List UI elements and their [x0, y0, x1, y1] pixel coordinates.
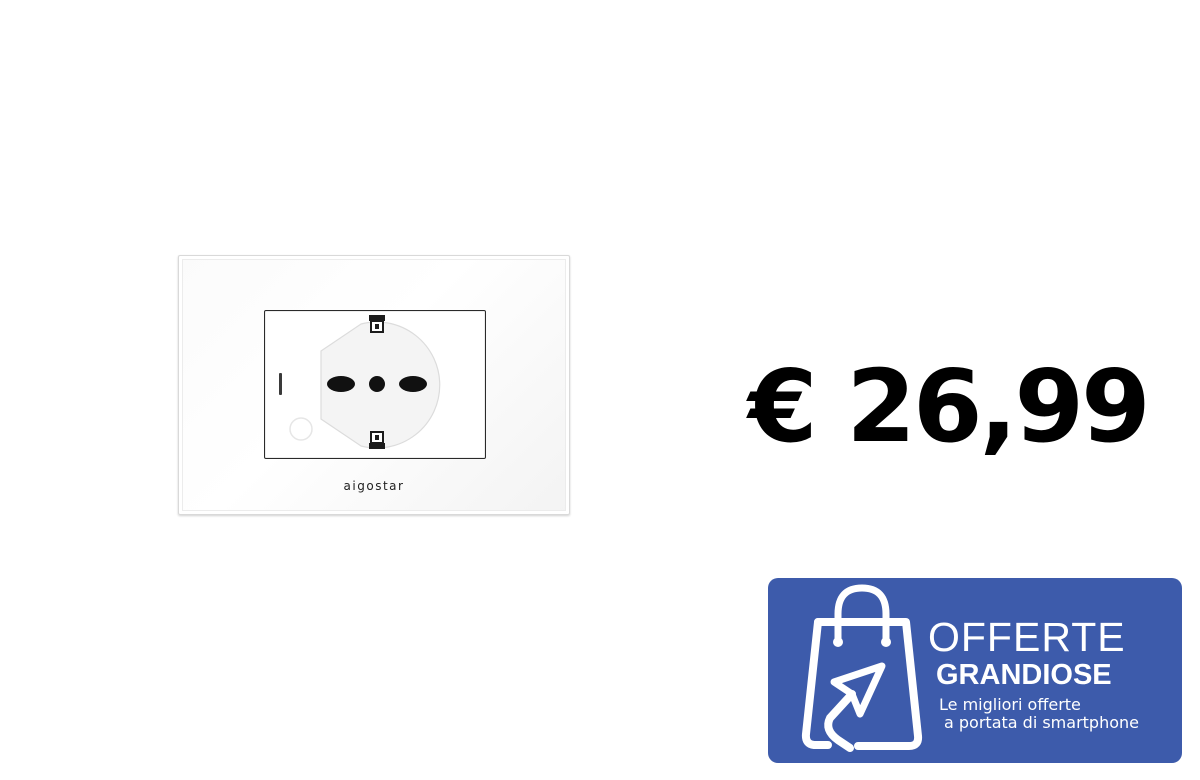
- shopping-bag-cursor-icon: [801, 584, 923, 752]
- socket-module: [264, 310, 486, 459]
- brand-logo: aigostar: [343, 479, 405, 493]
- promo-banner[interactable]: OFFERTE GRANDIOSE Le migliori offerte a …: [768, 578, 1182, 763]
- promo-subtitle-line1: Le migliori offerte: [939, 695, 1081, 714]
- product-image: aigostar: [178, 255, 570, 515]
- indicator-light: [279, 373, 282, 395]
- socket-outlet-icon: [289, 315, 441, 449]
- promo-subtitle-line2: a portata di smartphone: [944, 713, 1139, 732]
- promo-title-grandiose: GRANDIOSE: [936, 659, 1112, 691]
- promo-title-offerte: OFFERTE: [928, 614, 1126, 660]
- price-label: € 26,99: [748, 348, 1151, 465]
